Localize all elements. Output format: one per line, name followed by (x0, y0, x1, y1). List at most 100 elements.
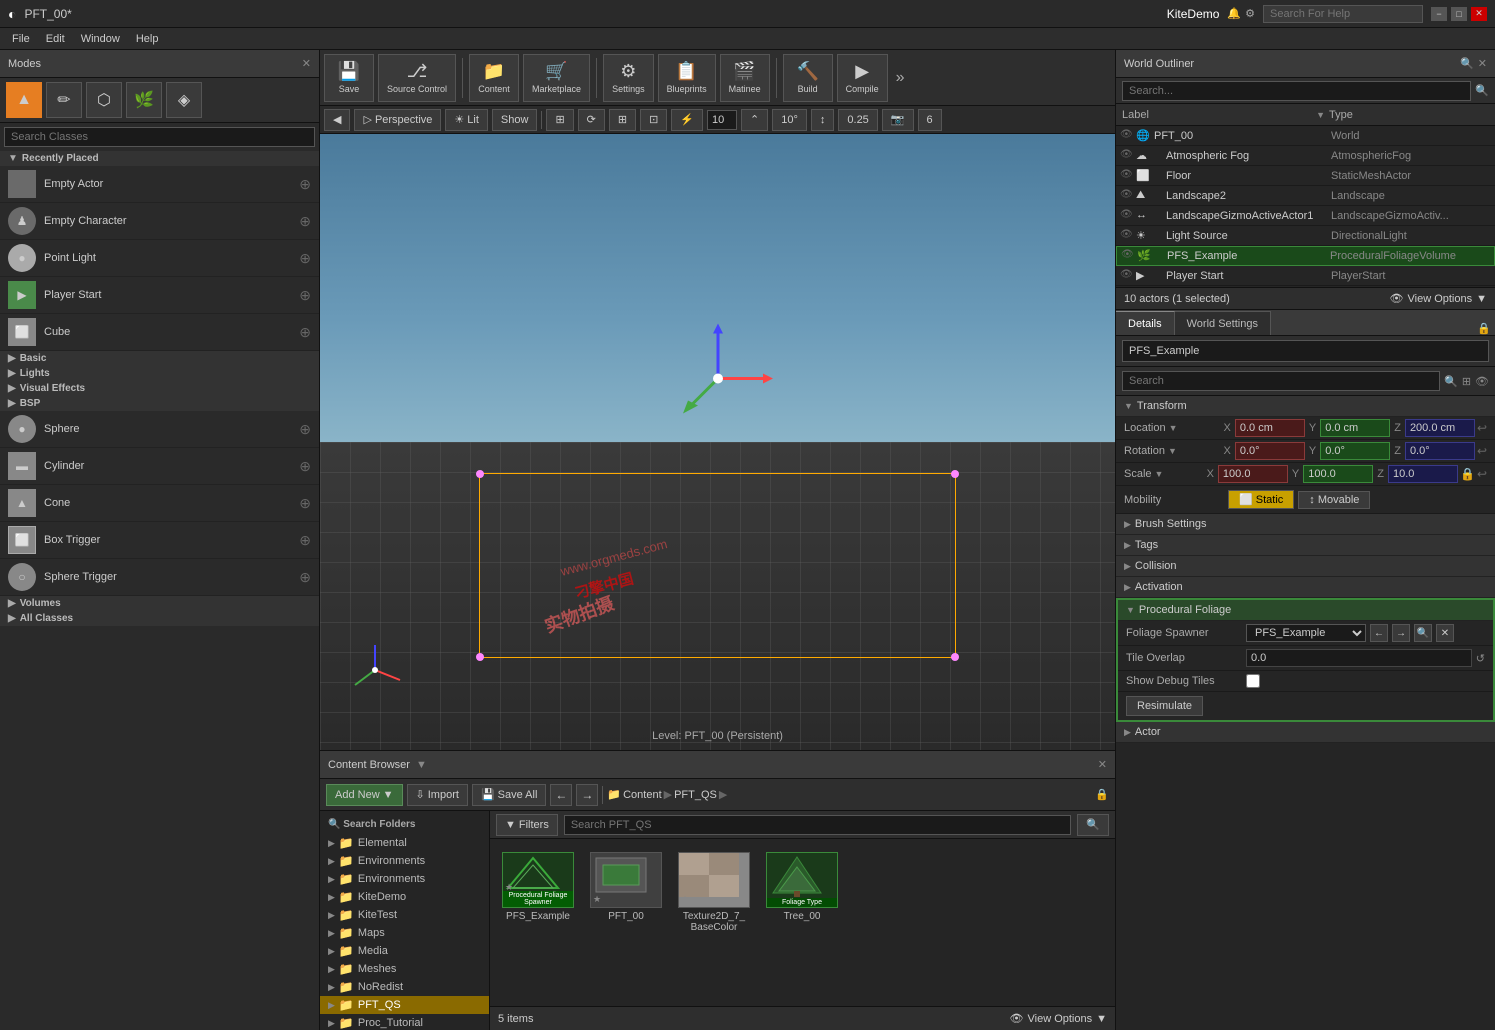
wo-item-landscape2[interactable]: 👁 ⛰ Landscape2 Landscape (1116, 186, 1495, 206)
compile-button[interactable]: ▶ Compile (837, 54, 888, 102)
vp-num-button[interactable]: 6 (918, 109, 942, 131)
section-collision[interactable]: ▶ Collision (1116, 556, 1495, 577)
vp-rotation-snap-button[interactable]: 10° (772, 109, 807, 131)
foliage-clear-button[interactable]: ✕ (1436, 624, 1454, 642)
resimulate-button[interactable]: Resimulate (1126, 696, 1203, 716)
tree-item-kite-demo[interactable]: ▶ 📁 KiteDemo (320, 888, 489, 906)
wo-visibility-button[interactable]: 👁 (1120, 149, 1134, 163)
details-eye-icon[interactable]: 👁 (1475, 375, 1489, 388)
cb-search-input[interactable] (564, 815, 1071, 835)
vp-grid-button[interactable]: ⊞ (609, 109, 636, 131)
details-grid-icon[interactable]: ⊞ (1462, 375, 1471, 388)
vp-nav-back-button[interactable]: ◀ (324, 109, 350, 131)
menu-help[interactable]: Help (128, 28, 167, 50)
category-basic[interactable]: ▶ Basic (0, 351, 319, 366)
blueprints-button[interactable]: 📋 Blueprints (658, 54, 716, 102)
cb-back-button[interactable]: ← (550, 784, 572, 806)
filters-button[interactable]: ▼ Filters (496, 814, 558, 836)
save-all-button[interactable]: 💾 Save All (472, 784, 546, 806)
tree-item-elemental[interactable]: ▶ 📁 Elemental (320, 834, 489, 852)
category-volumes[interactable]: ▶ Volumes (0, 596, 319, 611)
asset-texture2d[interactable]: ★ Texture2D_7_BaseColor (674, 847, 754, 938)
scale-x-input[interactable] (1218, 465, 1288, 483)
viewport[interactable]: 实物拍摄 www.orgmeds.com 刁擎中国 Level: PFT_00 … (320, 134, 1115, 750)
cb-forward-button[interactable]: → (576, 784, 598, 806)
foliage-nav-next-button[interactable]: → (1392, 624, 1410, 642)
tree-item-meshes[interactable]: ▶ 📁 Meshes (320, 960, 489, 978)
tab-details[interactable]: Details (1116, 311, 1175, 335)
foliage-nav-prev-button[interactable]: ← (1370, 624, 1388, 642)
wo-col-type[interactable]: Type (1329, 109, 1489, 121)
wo-item-atmos-fog[interactable]: 👁 ☁ Atmospheric Fog AtmosphericFog (1116, 146, 1495, 166)
list-item[interactable]: ○ Sphere Trigger ⊕ (0, 559, 319, 596)
menu-window[interactable]: Window (73, 28, 128, 50)
wo-search-input[interactable] (1122, 81, 1471, 101)
mobility-movable-button[interactable]: ↕ Movable (1298, 491, 1370, 509)
cb-lock-button[interactable]: 🔒 (1095, 788, 1109, 801)
mode-foliage-icon[interactable]: 🌿 (126, 82, 162, 118)
tree-item-proc-tutorial[interactable]: ▶ 📁 Proc_Tutorial (320, 1014, 489, 1030)
wo-close-button[interactable]: ✕ (1478, 57, 1487, 70)
rot-y-input[interactable] (1320, 442, 1390, 460)
section-actor[interactable]: ▶ Actor (1116, 722, 1495, 743)
location-dropdown-icon[interactable]: ▼ (1169, 423, 1178, 433)
details-lock-button[interactable]: 🔒 (1477, 322, 1491, 335)
wo-visibility-button[interactable]: 👁 (1120, 269, 1134, 283)
add-box-trigger-button[interactable]: ⊕ (299, 532, 311, 549)
section-tags[interactable]: ▶ Tags (1116, 535, 1495, 556)
content-button[interactable]: 📁 Content (469, 54, 519, 102)
mode-geometry-icon[interactable]: ◈ (166, 82, 202, 118)
tree-item-no-redist[interactable]: ▶ 📁 NoRedist (320, 978, 489, 996)
section-brush-settings[interactable]: ▶ Brush Settings (1116, 514, 1495, 535)
category-lights[interactable]: ▶ Lights (0, 366, 319, 381)
add-point-light-button[interactable]: ⊕ (299, 250, 311, 267)
list-item[interactable]: ● Point Light ⊕ (0, 240, 319, 277)
tab-world-settings[interactable]: World Settings (1175, 311, 1271, 335)
search-help-input[interactable] (1263, 5, 1423, 23)
loc-reset-button[interactable]: ↩ (1477, 421, 1487, 435)
marketplace-button[interactable]: 🛒 Marketplace (523, 54, 590, 102)
list-item[interactable]: ⬜ Cube ⊕ (0, 314, 319, 351)
add-new-button[interactable]: Add New ▼ (326, 784, 403, 806)
wo-search-button[interactable]: 🔍 (1460, 57, 1474, 70)
section-activation[interactable]: ▶ Activation (1116, 577, 1495, 598)
wo-col-label[interactable]: Label (1122, 109, 1316, 121)
vp-angle-button[interactable]: ⌃ (741, 109, 768, 131)
menu-edit[interactable]: Edit (38, 28, 73, 50)
vp-camera-speed-button[interactable]: ⚡ (671, 109, 703, 131)
source-control-button[interactable]: ⎇ Source Control (378, 54, 456, 102)
add-cylinder-button[interactable]: ⊕ (299, 458, 311, 475)
list-item[interactable]: ⬜ Box Trigger ⊕ (0, 522, 319, 559)
wo-visibility-button[interactable]: 👁 (1120, 229, 1134, 243)
vp-scale-snap-button[interactable]: 0.25 (838, 109, 877, 131)
scale-reset-button[interactable]: ↩ (1477, 467, 1487, 481)
wo-item-landscape-gizmo[interactable]: 👁 ↔ LandscapeGizmoActiveActor1 Landscape… (1116, 206, 1495, 226)
rot-z-input[interactable] (1405, 442, 1475, 460)
tree-item-pft-qs[interactable]: ▶ 📁 PFT_QS (320, 996, 489, 1014)
modes-close-button[interactable]: ✕ (302, 57, 311, 70)
details-search-input[interactable] (1122, 371, 1440, 391)
vp-lit-button[interactable]: ☀ Lit (445, 109, 488, 131)
list-item[interactable]: Empty Actor ⊕ (0, 166, 319, 203)
menu-file[interactable]: File (4, 28, 38, 50)
vp-arrow-button[interactable]: ↕ (811, 109, 835, 131)
loc-x-input[interactable] (1235, 419, 1305, 437)
list-item[interactable]: ● Sphere ⊕ (0, 411, 319, 448)
settings-button[interactable]: ⚙ Settings (603, 54, 654, 102)
mode-landscape-icon[interactable]: ⬡ (86, 82, 122, 118)
cb-search-button[interactable]: 🔍 (1077, 814, 1109, 836)
cb-path-content[interactable]: Content (623, 789, 662, 801)
wo-visibility-button[interactable]: 👁 (1120, 129, 1134, 143)
wo-item-light-source[interactable]: 👁 ☀ Light Source DirectionalLight (1116, 226, 1495, 246)
foliage-spawner-dropdown[interactable]: PFS_Example (1246, 624, 1366, 642)
category-recently-placed[interactable]: ▼ Recently Placed (0, 151, 319, 166)
vp-perspective-button[interactable]: ▷ Perspective (354, 109, 441, 131)
list-item[interactable]: ▶ Player Start ⊕ (0, 277, 319, 314)
loc-y-input[interactable] (1320, 419, 1390, 437)
add-player-start-button[interactable]: ⊕ (299, 287, 311, 304)
tile-overlap-refresh-button[interactable]: ↺ (1476, 652, 1485, 665)
vp-camera-icon-button[interactable]: 📷 (882, 109, 914, 131)
rot-reset-button[interactable]: ↩ (1477, 444, 1487, 458)
add-cone-button[interactable]: ⊕ (299, 495, 311, 512)
show-debug-tiles-checkbox[interactable] (1246, 674, 1260, 688)
